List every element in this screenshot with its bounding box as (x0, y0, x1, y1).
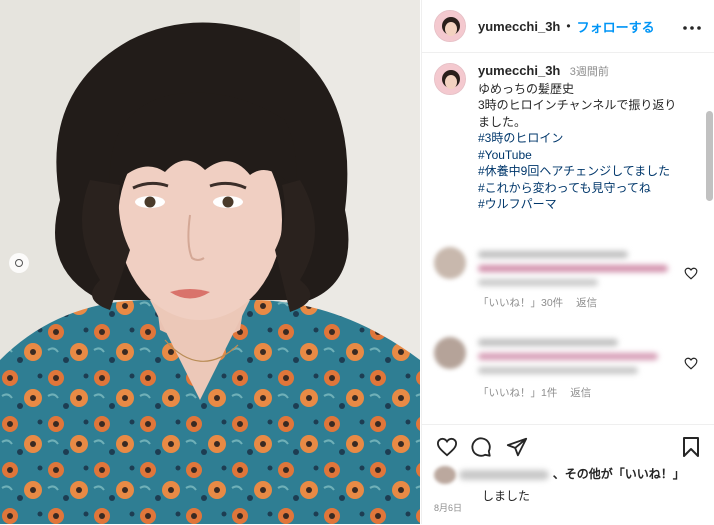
reply-button[interactable]: 返信 (576, 297, 597, 309)
follow-button[interactable]: フォローする (577, 17, 655, 36)
heart-icon[interactable] (684, 357, 698, 375)
scrollbar-thumb[interactable] (706, 111, 713, 201)
post-header: yumecchi_3h • フォローする (422, 0, 714, 53)
heart-icon[interactable] (684, 267, 698, 285)
separator-dot: • (566, 19, 571, 33)
more-horizontal-icon[interactable] (683, 18, 701, 36)
comments-scroll-area[interactable]: yumecchi_3h 3週間前 ゆめっちの髪歴史 3時のヒロインチャンネルで振… (422, 53, 714, 423)
comment-icon[interactable] (470, 436, 492, 463)
blurred-comment-text (478, 251, 628, 258)
comment-likes-count[interactable]: 「いいね！」30件 (478, 297, 563, 309)
liked-by-line2: しました (482, 488, 531, 503)
post-side-panel: yumecchi_3h • フォローする yumecchi_3h 3週間前 ゆめ… (421, 0, 714, 524)
like-heart-icon[interactable] (436, 437, 458, 462)
user-avatar[interactable] (434, 10, 466, 42)
comment-avatar[interactable] (434, 337, 466, 369)
liked-by-line: 、その他が「いいね！」 しました (434, 465, 704, 504)
blurred-comment-text (478, 353, 658, 360)
hashtag-link[interactable]: #ウルフパーマ (478, 196, 688, 213)
blurred-comment-text (478, 367, 638, 374)
hashtag-link[interactable]: #3時のヒロイン (478, 130, 688, 147)
post-actions: 、その他が「いいね！」 しました 8月6日 (422, 424, 714, 525)
hashtag-link[interactable]: #これから変わっても見守ってね (478, 180, 688, 197)
comment-item: 「いいね！」1件 返信 (434, 333, 704, 403)
liked-by-avatar (434, 465, 456, 484)
comment-likes-count[interactable]: 「いいね！」1件 (478, 387, 557, 399)
caption-line: ゆめっちの髪歴史 (478, 81, 575, 96)
comment-avatar[interactable] (434, 247, 466, 279)
comment-meta: 「いいね！」1件 返信 (478, 385, 601, 400)
caption-time: 3週間前 (569, 66, 609, 78)
comment-meta: 「いいね！」30件 返信 (478, 295, 607, 310)
bookmark-icon[interactable] (682, 436, 700, 463)
blurred-comment-text (478, 265, 668, 272)
caption-avatar[interactable] (434, 63, 466, 95)
share-icon[interactable] (506, 436, 528, 463)
reply-button[interactable]: 返信 (570, 387, 591, 399)
caption-line: 3時のヒロインチャンネルで振り返りました。 (478, 98, 677, 129)
caption: yumecchi_3h 3週間前 ゆめっちの髪歴史 3時のヒロインチャンネルで振… (422, 53, 714, 213)
hashtag-link[interactable]: #YouTube (478, 147, 688, 164)
comment-item: 「いいね！」30件 返信 (434, 243, 704, 313)
post-date[interactable]: 8月6日 (434, 501, 462, 514)
hashtag-link[interactable]: #休養中9回ヘアチェンジしてました (478, 163, 688, 180)
portrait-illustration (0, 0, 420, 524)
blurred-comment-text (478, 339, 618, 346)
carousel-prev-icon[interactable] (9, 253, 29, 273)
blurred-liker-name (459, 469, 550, 480)
post-photo[interactable] (0, 0, 420, 524)
blurred-comment-text (478, 279, 598, 286)
liked-by-suffix[interactable]: 、その他が「いいね！」 (553, 467, 685, 481)
caption-text: yumecchi_3h 3週間前 ゆめっちの髪歴史 3時のヒロインチャンネルで振… (478, 63, 688, 213)
post-username[interactable]: yumecchi_3h (478, 19, 560, 34)
caption-username[interactable]: yumecchi_3h (478, 63, 560, 78)
